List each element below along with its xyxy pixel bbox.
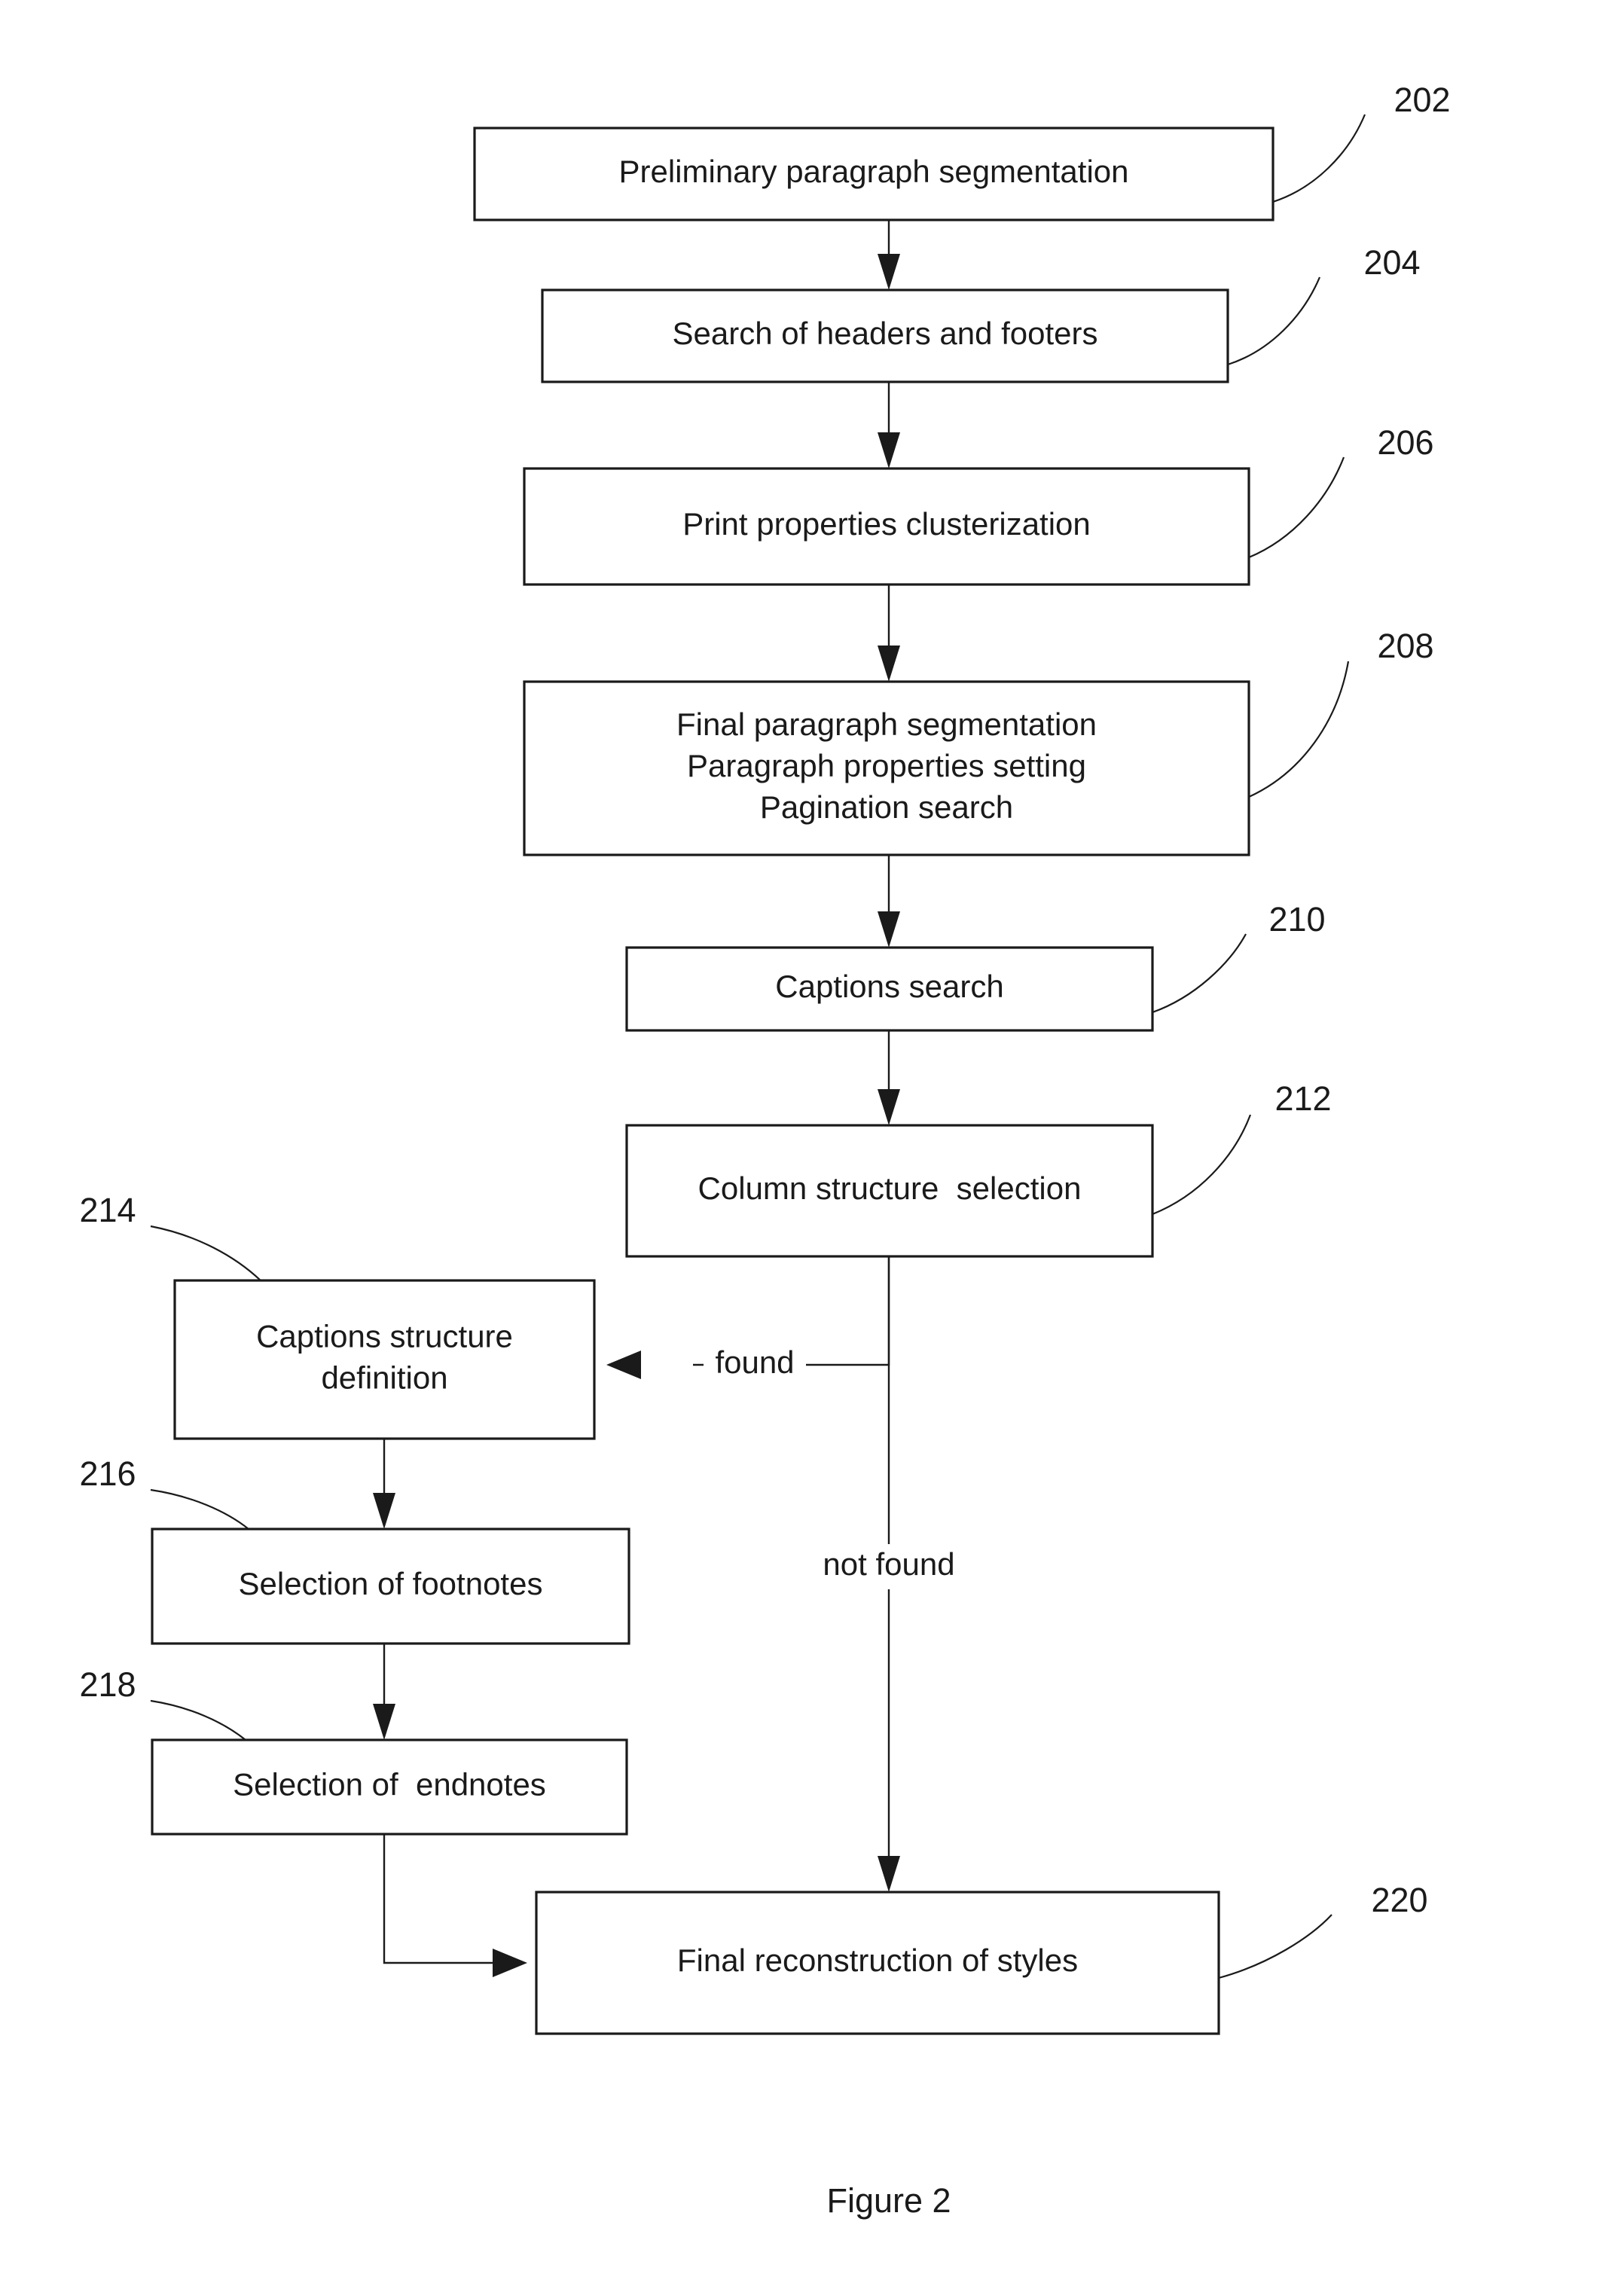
process-box-202[interactable]: Preliminary paragraph segmentation	[473, 127, 1274, 221]
process-box-label: Column structure selection	[698, 1170, 1082, 1206]
process-box-216[interactable]: Selection of footnotes	[151, 1528, 630, 1645]
process-box-label: Selection of endnotes	[233, 1767, 546, 1802]
reference-number-214: 214	[79, 1191, 136, 1229]
flowchart-diagram: Preliminary paragraph segmentation Search…	[79, 81, 1450, 2220]
process-box-label: Selection of footnotes	[239, 1566, 543, 1601]
reference-number-218: 218	[79, 1665, 136, 1704]
flow-edge-e214-216	[373, 1439, 395, 1529]
reference-number-206: 206	[1377, 423, 1433, 462]
process-box-label: definition	[321, 1360, 447, 1396]
process-box-214[interactable]: Captions structure definition	[173, 1279, 596, 1440]
reference-leader-line-220	[1218, 1914, 1332, 1979]
process-box-label: Captions structure	[256, 1319, 513, 1354]
process-box-212[interactable]: Column structure selection	[625, 1124, 1154, 1258]
edge-label-text: found	[715, 1344, 794, 1380]
process-box-204[interactable]: Search of headers and footers	[541, 288, 1229, 383]
figure-container: Preliminary paragraph segmentation Search…	[0, 0, 1624, 2283]
arrow-head-icon	[878, 646, 900, 682]
reference-number-202: 202	[1394, 81, 1450, 119]
edge-label-text: not found	[823, 1546, 954, 1582]
reference-leader-line-218	[150, 1699, 246, 1741]
reference-number-208: 208	[1377, 627, 1433, 665]
reference-leader-line-206	[1248, 456, 1345, 559]
process-box-220[interactable]: Final reconstruction of styles	[535, 1891, 1220, 2035]
flow-edge-e210-212	[878, 1030, 900, 1125]
reference-leader-line-210	[1152, 933, 1247, 1014]
process-box-label: Final reconstruction of styles	[677, 1943, 1078, 1978]
arrow-head-icon	[878, 911, 900, 948]
process-box-210[interactable]: Captions search	[625, 946, 1154, 1032]
reference-number-210: 210	[1268, 900, 1325, 939]
edge-label-e212-214-found: found	[704, 1342, 806, 1387]
process-box-label: Pagination search	[760, 789, 1013, 825]
process-box-label: Search of headers and footers	[672, 316, 1097, 351]
edge-labels-layer: found not found	[704, 1342, 973, 1589]
process-boxes-layer: Preliminary paragraph segmentation Search…	[151, 127, 1274, 2035]
reference-number-204: 204	[1363, 243, 1420, 282]
flow-edge-e208-210	[878, 855, 900, 948]
reference-leader-line-208	[1248, 661, 1350, 798]
flow-edge-e206-208	[878, 584, 900, 682]
process-box-208[interactable]: Final paragraph segmentation Paragraph pr…	[523, 680, 1250, 856]
arrow-head-icon	[878, 1089, 900, 1125]
reference-leader-line-212	[1152, 1114, 1252, 1216]
process-box-218[interactable]: Selection of endnotes	[151, 1738, 628, 1836]
arrow-head-icon	[606, 1351, 641, 1379]
reference-leader-line-202	[1272, 114, 1366, 203]
edge-label-e212-220-notfound: not found	[804, 1544, 973, 1589]
arrow-head-icon	[373, 1493, 395, 1529]
process-box-206[interactable]: Print properties clusterization	[523, 467, 1250, 586]
arrow-head-icon	[878, 254, 900, 290]
process-box-label: Final paragraph segmentation	[676, 707, 1097, 742]
process-box-label: Print properties clusterization	[682, 506, 1091, 542]
reference-number-216: 216	[79, 1454, 136, 1493]
arrow-head-icon	[878, 432, 900, 469]
flow-edge-e204-206	[878, 382, 900, 469]
arrow-head-icon	[493, 1949, 527, 1977]
figure-caption: Figure 2	[826, 2181, 951, 2220]
arrow-head-icon	[373, 1704, 395, 1740]
process-box-label: Paragraph properties setting	[687, 748, 1086, 783]
flow-edge-e202-204	[878, 220, 900, 290]
edge-path	[383, 1834, 516, 1964]
reference-leader-lines-layer	[150, 114, 1366, 1979]
reference-leader-line-204	[1227, 276, 1321, 366]
reference-number-212: 212	[1274, 1079, 1331, 1118]
process-box-label: Captions search	[775, 969, 1004, 1004]
reference-leader-line-216	[150, 1488, 249, 1530]
flow-edge-e216-218	[373, 1644, 395, 1740]
reference-leader-line-214	[150, 1225, 261, 1281]
reference-number-220: 220	[1371, 1881, 1427, 1919]
arrow-head-icon	[878, 1856, 900, 1892]
flow-edge-e218-220	[383, 1834, 527, 1977]
process-box-label: Preliminary paragraph segmentation	[618, 154, 1128, 189]
